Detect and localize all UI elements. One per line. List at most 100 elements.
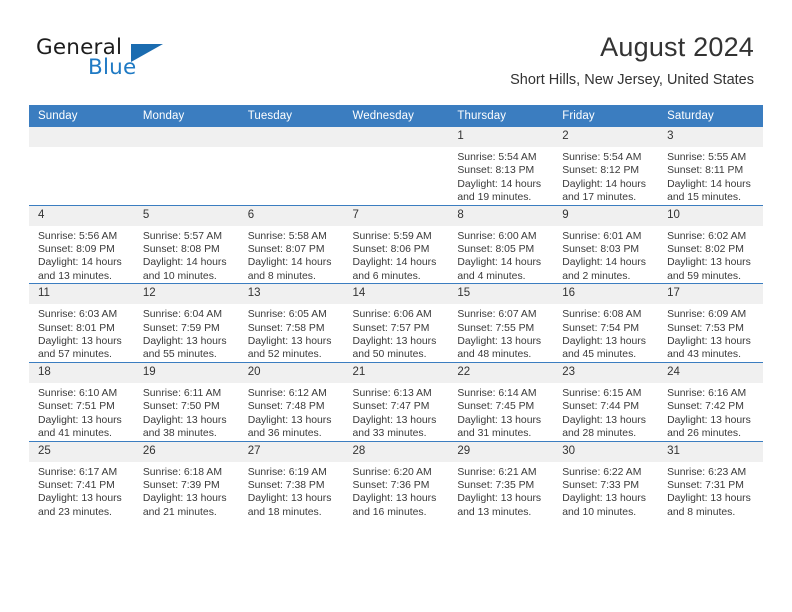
- calendar-day-cell[interactable]: 26 Sunrise: 6:18 AM Sunset: 7:39 PM Dayligh…: [133, 440, 239, 520]
- daylight-duration-line1: Daylight: 13 hours: [667, 257, 751, 269]
- calendar-day-cell[interactable]: 18 Sunrise: 6:10 AM Sunset: 7:51 PM Dayligh…: [29, 361, 134, 441]
- sunset-time: Sunset: 8:12 PM: [562, 165, 640, 177]
- daylight-duration-line1: Daylight: 13 hours: [667, 336, 751, 348]
- sunrise-time: Sunrise: 6:01 AM: [562, 230, 642, 242]
- day-details: Sunrise: 6:22 AM Sunset: 7:33 PM Daylight:…: [553, 462, 658, 520]
- day-number: [133, 127, 239, 147]
- daylight-duration-line2: and 8 minutes.: [667, 506, 736, 518]
- daylight-duration-line2: and 45 minutes.: [562, 349, 637, 361]
- sunset-time: Sunset: 7:36 PM: [352, 479, 430, 491]
- sunset-time: Sunset: 7:59 PM: [142, 322, 220, 334]
- calendar-day-cell-empty: [343, 127, 449, 206]
- sunset-time: Sunset: 8:01 PM: [38, 322, 115, 334]
- daylight-duration-line1: Daylight: 14 hours: [247, 257, 332, 269]
- sunset-time: Sunset: 8:03 PM: [562, 244, 640, 256]
- sunrise-time: Sunrise: 6:19 AM: [247, 466, 327, 478]
- calendar-day-cell[interactable]: 31 Sunrise: 6:23 AM Sunset: 7:31 PM Dayligh…: [658, 440, 763, 520]
- daylight-duration-line2: and 23 minutes.: [38, 506, 112, 518]
- calendar-day-cell[interactable]: 7 Sunrise: 5:59 AM Sunset: 8:06 PM Daylight…: [343, 204, 449, 284]
- calendar-day-cell[interactable]: 28 Sunrise: 6:20 AM Sunset: 7:36 PM Dayligh…: [343, 440, 449, 520]
- daylight-duration-line2: and 33 minutes.: [352, 428, 427, 440]
- calendar-day-cell[interactable]: 3 Sunrise: 5:55 AM Sunset: 8:11 PM Daylight…: [658, 127, 763, 206]
- calendar-day-cell[interactable]: 30 Sunrise: 6:22 AM Sunset: 7:33 PM Dayligh…: [553, 440, 659, 520]
- day-details: Sunrise: 6:18 AM Sunset: 7:39 PM Daylight:…: [134, 462, 239, 520]
- day-details: Sunrise: 6:01 AM Sunset: 8:03 PM Daylight:…: [553, 226, 658, 284]
- calendar-day-cell[interactable]: 13 Sunrise: 6:05 AM Sunset: 7:58 PM Dayligh…: [238, 283, 344, 363]
- calendar-day-cell[interactable]: 2 Sunrise: 5:54 AM Sunset: 8:12 PM Daylight…: [553, 127, 659, 206]
- calendar-day-cell[interactable]: 12 Sunrise: 6:04 AM Sunset: 7:59 PM Dayligh…: [133, 283, 239, 363]
- sunset-time: Sunset: 7:33 PM: [562, 479, 640, 491]
- sunrise-time: Sunrise: 5:56 AM: [38, 230, 118, 242]
- calendar-day-cell[interactable]: 6 Sunrise: 5:58 AM Sunset: 8:07 PM Daylight…: [238, 204, 344, 284]
- calendar-day-cell[interactable]: 27 Sunrise: 6:19 AM Sunset: 7:38 PM Dayligh…: [238, 440, 344, 520]
- daylight-duration-line2: and 8 minutes.: [247, 270, 316, 282]
- daylight-duration-line2: and 36 minutes.: [247, 428, 322, 440]
- day-number: 25: [29, 441, 134, 462]
- day-details: Sunrise: 6:16 AM Sunset: 7:42 PM Daylight:…: [658, 383, 763, 441]
- day-details: Sunrise: 5:55 AM Sunset: 8:11 PM Daylight:…: [658, 147, 763, 205]
- sunrise-time: Sunrise: 6:08 AM: [562, 309, 642, 321]
- calendar-day-cell[interactable]: 22 Sunrise: 6:14 AM Sunset: 7:45 PM Dayligh…: [448, 361, 554, 441]
- daylight-duration-line1: Daylight: 13 hours: [352, 493, 437, 505]
- calendar-day-cell[interactable]: 8 Sunrise: 6:00 AM Sunset: 8:05 PM Daylight…: [448, 204, 554, 284]
- calendar-day-cell[interactable]: 25 Sunrise: 6:17 AM Sunset: 7:41 PM Dayligh…: [29, 440, 134, 520]
- sunset-time: Sunset: 7:44 PM: [562, 401, 640, 413]
- day-details: Sunrise: 6:21 AM Sunset: 7:35 PM Daylight:…: [448, 462, 553, 520]
- sunrise-time: Sunrise: 5:57 AM: [142, 230, 222, 242]
- calendar-day-cell[interactable]: 11 Sunrise: 6:03 AM Sunset: 8:01 PM Dayligh…: [29, 283, 134, 363]
- calendar-day-cell[interactable]: 15 Sunrise: 6:07 AM Sunset: 7:55 PM Dayligh…: [448, 283, 554, 363]
- day-details: Sunrise: 6:11 AM Sunset: 7:50 PM Daylight:…: [134, 383, 239, 441]
- calendar-day-cell[interactable]: 5 Sunrise: 5:57 AM Sunset: 8:08 PM Daylight…: [133, 204, 239, 284]
- day-details: Sunrise: 5:57 AM Sunset: 8:08 PM Daylight:…: [134, 226, 239, 284]
- daylight-duration-line1: Daylight: 14 hours: [142, 257, 227, 269]
- weekday-header-thursday: Thursday: [448, 105, 554, 127]
- day-number: 3: [658, 127, 763, 147]
- daylight-duration-line1: Daylight: 13 hours: [352, 336, 437, 348]
- daylight-duration-line1: Daylight: 13 hours: [457, 414, 542, 426]
- calendar-day-cell[interactable]: 14 Sunrise: 6:06 AM Sunset: 7:57 PM Dayligh…: [343, 283, 449, 363]
- calendar-day-cell[interactable]: 4 Sunrise: 5:56 AM Sunset: 8:09 PM Daylight…: [29, 204, 134, 284]
- sunrise-time: Sunrise: 6:15 AM: [562, 387, 642, 399]
- sunset-time: Sunset: 7:35 PM: [457, 479, 535, 491]
- daylight-duration-line1: Daylight: 13 hours: [457, 336, 542, 348]
- calendar-day-cell[interactable]: 17 Sunrise: 6:09 AM Sunset: 7:53 PM Dayligh…: [658, 283, 763, 363]
- daylight-duration-line2: and 2 minutes.: [562, 270, 631, 282]
- sunrise-time: Sunrise: 6:04 AM: [142, 309, 222, 321]
- sunset-time: Sunset: 7:55 PM: [457, 322, 535, 334]
- sunrise-time: Sunrise: 6:23 AM: [667, 466, 747, 478]
- daylight-duration-line2: and 10 minutes.: [142, 270, 217, 282]
- daylight-duration-line2: and 4 minutes.: [457, 270, 526, 282]
- sunrise-time: Sunrise: 6:18 AM: [142, 466, 222, 478]
- calendar-week-row: 1 Sunrise: 5:54 AM Sunset: 8:13 PM Daylight…: [29, 127, 763, 206]
- calendar-day-cell[interactable]: 16 Sunrise: 6:08 AM Sunset: 7:54 PM Dayligh…: [553, 283, 659, 363]
- calendar-day-cell[interactable]: 23 Sunrise: 6:15 AM Sunset: 7:44 PM Dayligh…: [553, 361, 659, 441]
- day-details: Sunrise: 6:15 AM Sunset: 7:44 PM Daylight:…: [553, 383, 658, 441]
- day-details: Sunrise: 6:12 AM Sunset: 7:48 PM Daylight:…: [239, 383, 344, 441]
- calendar-day-cell[interactable]: 29 Sunrise: 6:21 AM Sunset: 7:35 PM Dayligh…: [448, 440, 554, 520]
- calendar-day-cell[interactable]: 21 Sunrise: 6:13 AM Sunset: 7:47 PM Dayligh…: [343, 361, 449, 441]
- day-number: 20: [238, 362, 344, 383]
- daylight-duration-line2: and 21 minutes.: [142, 506, 217, 518]
- day-details: Sunrise: 6:00 AM Sunset: 8:05 PM Daylight:…: [448, 226, 553, 284]
- daylight-duration-line1: Daylight: 14 hours: [457, 257, 542, 269]
- day-number: 7: [343, 205, 449, 226]
- day-details: Sunrise: 6:13 AM Sunset: 7:47 PM Daylight:…: [344, 383, 449, 441]
- daylight-duration-line1: Daylight: 14 hours: [562, 257, 646, 269]
- daylight-duration-line2: and 48 minutes.: [457, 349, 532, 361]
- day-details: Sunrise: 6:14 AM Sunset: 7:45 PM Daylight:…: [448, 383, 553, 441]
- calendar-day-cell[interactable]: 19 Sunrise: 6:11 AM Sunset: 7:50 PM Dayligh…: [133, 361, 239, 441]
- sunset-time: Sunset: 8:05 PM: [457, 244, 535, 256]
- calendar-day-cell[interactable]: 9 Sunrise: 6:01 AM Sunset: 8:03 PM Daylight…: [553, 204, 659, 284]
- day-number: 8: [448, 205, 554, 226]
- calendar-day-cell[interactable]: 10 Sunrise: 6:02 AM Sunset: 8:02 PM Dayligh…: [658, 204, 763, 284]
- daylight-duration-line2: and 41 minutes.: [38, 428, 112, 440]
- daylight-duration-line2: and 16 minutes.: [352, 506, 427, 518]
- day-details: Sunrise: 6:02 AM Sunset: 8:02 PM Daylight:…: [658, 226, 763, 284]
- sunrise-time: Sunrise: 5:54 AM: [562, 152, 642, 163]
- weekday-header-row: Sunday Monday Tuesday Wednesday Thursday…: [29, 105, 763, 127]
- day-number: 11: [29, 284, 134, 305]
- calendar-day-cell[interactable]: 24 Sunrise: 6:16 AM Sunset: 7:42 PM Dayligh…: [658, 361, 763, 441]
- calendar-day-cell[interactable]: 1 Sunrise: 5:54 AM Sunset: 8:13 PM Daylight…: [448, 127, 554, 206]
- calendar-day-cell[interactable]: 20 Sunrise: 6:12 AM Sunset: 7:48 PM Dayligh…: [238, 361, 344, 441]
- sunrise-time: Sunrise: 6:16 AM: [667, 387, 747, 399]
